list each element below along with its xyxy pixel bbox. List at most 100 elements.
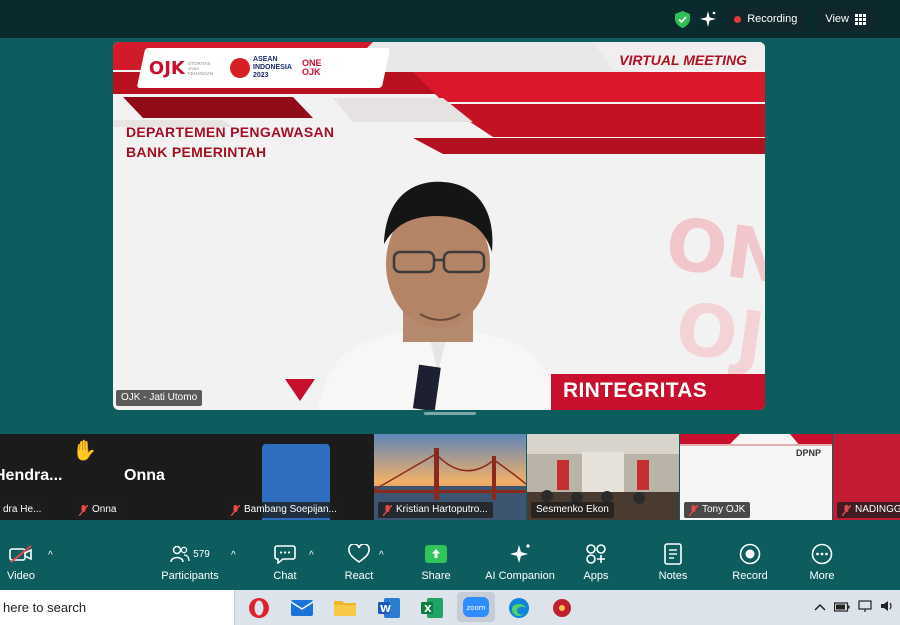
zoom-meeting-window: Recording View OJK OTORITAS JASA KEUANGA… [0,0,900,625]
battery-icon[interactable] [833,599,850,617]
notes-icon [664,540,682,568]
ai-companion-button[interactable]: AI Companion [484,540,556,590]
more-button[interactable]: More [806,540,838,590]
gallery-scroll-indicator[interactable] [424,412,476,415]
video-label: Video [7,570,35,582]
word-icon[interactable]: W [375,594,403,622]
participant-tile-onna[interactable]: ✋ Onna Onna [70,434,222,520]
participant-label: Sesmenko Ekon [531,502,614,518]
share-screen-icon [425,540,447,568]
participant-tile-hendra[interactable]: Hendra... dra He... [0,434,70,520]
volume-icon[interactable] [880,599,894,617]
ai-companion-sparkle-icon [509,540,531,568]
network-icon[interactable] [858,599,872,617]
participants-options-caret-icon[interactable]: ^ [231,550,236,561]
record-label: Record [732,570,768,582]
chat-icon [274,540,296,568]
participant-gallery: Hendra... dra He... ✋ Onna Onna Bambang … [0,434,900,520]
participant-big-name: Hendra... [0,467,63,484]
grid-view-icon [855,13,866,25]
mail-icon[interactable] [288,594,316,622]
svg-text:X: X [424,604,432,615]
top-bar: Recording View [0,0,900,38]
ai-companion-label: AI Companion [485,570,555,582]
raised-hand-icon: ✋ [72,440,97,462]
svg-text:W: W [380,604,391,615]
notes-label: Notes [658,570,688,582]
participant-label: Onna [74,502,122,518]
security-shield-icon[interactable] [675,10,691,28]
apps-button[interactable]: Apps [580,540,612,590]
participant-label: NADINGG [837,502,900,518]
chat-label: Chat [273,570,297,582]
participant-label: dra He... [0,502,47,518]
windows-taskbar: here to search W X zoom [0,590,900,625]
ojk-logo-subtext: OTORITAS JASA KEUANGAN [187,60,214,76]
active-speaker-video[interactable]: OJK OTORITAS JASA KEUANGAN ASEAN INDONES… [113,42,765,410]
view-button[interactable]: View [815,7,876,31]
view-label: View [825,13,849,25]
participants-button[interactable]: 579 Participants [160,540,220,590]
participant-tile-sesmenko[interactable]: Sesmenko Ekon [527,434,679,520]
video-button[interactable]: Video [4,540,38,590]
edge-icon[interactable] [505,594,533,622]
file-explorer-icon[interactable] [331,594,359,622]
muted-mic-icon [841,504,852,516]
notes-button[interactable]: Notes [655,540,691,590]
heart-icon [348,540,370,568]
participants-count: 579 [193,548,210,560]
participant-tile-tony[interactable]: DPNP Tony OJK [680,434,832,520]
react-options-caret-icon[interactable]: ^ [379,550,384,561]
react-button[interactable]: React [340,540,378,590]
top-right-controls: Recording View [675,7,876,31]
participant-tile-bambang[interactable]: Bambang Soepijan... [222,434,374,520]
video-options-caret-icon[interactable]: ^ [48,550,53,561]
participants-icon: 579 [170,540,210,568]
integritas-banner: RINTEGRITAS [551,374,765,410]
tray-chevron-up-icon[interactable] [814,599,826,617]
zoom-taskbar-icon[interactable]: zoom [457,592,495,622]
recording-label: Recording [747,13,798,25]
excel-icon[interactable]: X [418,594,446,622]
ai-sparkle-icon[interactable] [700,11,717,27]
ojk-logo: OJK OTORITAS JASA KEUANGAN [149,58,220,79]
red-app-icon[interactable] [548,594,576,622]
taskbar-search-box[interactable]: here to search [0,590,235,625]
chat-options-caret-icon[interactable]: ^ [309,550,314,561]
meeting-toolbar: Video ^ 579 Participants ^ Chat ^ React … [0,540,900,590]
department-title: DEPARTEMEN PENGAWASAN BANK PEMERINTAH [126,124,335,160]
dpnp-text: DPNP [796,448,822,458]
muted-mic-icon [688,504,699,516]
asean-emblem-icon [229,58,250,78]
muted-mic-icon [382,504,393,516]
apps-label: Apps [583,570,609,582]
participants-label: Participants [161,570,219,582]
share-button[interactable]: Share [418,540,454,590]
recording-dot-icon [734,15,742,23]
ojk-logo-mark: OJK [149,57,185,79]
participant-big-name: Onna [124,467,165,484]
participant-label: Bambang Soepijan... [226,502,342,518]
muted-mic-icon [230,504,241,516]
participant-tile-kristian[interactable]: Kristian Hartoputro... [374,434,526,520]
speaker-figure [318,181,560,410]
participant-label: Tony OJK [684,502,751,518]
participant-tile-nadingg[interactable]: NADINGG [833,434,900,520]
participant-label: Kristian Hartoputro... [378,502,493,518]
more-label: More [809,570,835,582]
recording-indicator[interactable]: Recording [726,7,806,31]
record-button[interactable]: Record [730,540,770,590]
opera-icon[interactable] [245,594,273,622]
speaker-name-tag: OJK - Jati Utomo [116,390,203,406]
more-options-icon [811,540,833,568]
svg-text:OJK: OJK [671,286,765,382]
system-tray [814,599,894,617]
video-off-icon [9,540,33,568]
asean-logo: ASEAN INDONESIA 2023 [229,56,292,80]
one-ojk-watermark: ONE OJK [661,201,765,382]
share-label: Share [421,570,451,582]
chat-button[interactable]: Chat [268,540,302,590]
virtual-meeting-title: VIRTUAL MEETING [619,52,747,68]
apps-icon [585,540,607,568]
muted-mic-icon [78,504,89,516]
